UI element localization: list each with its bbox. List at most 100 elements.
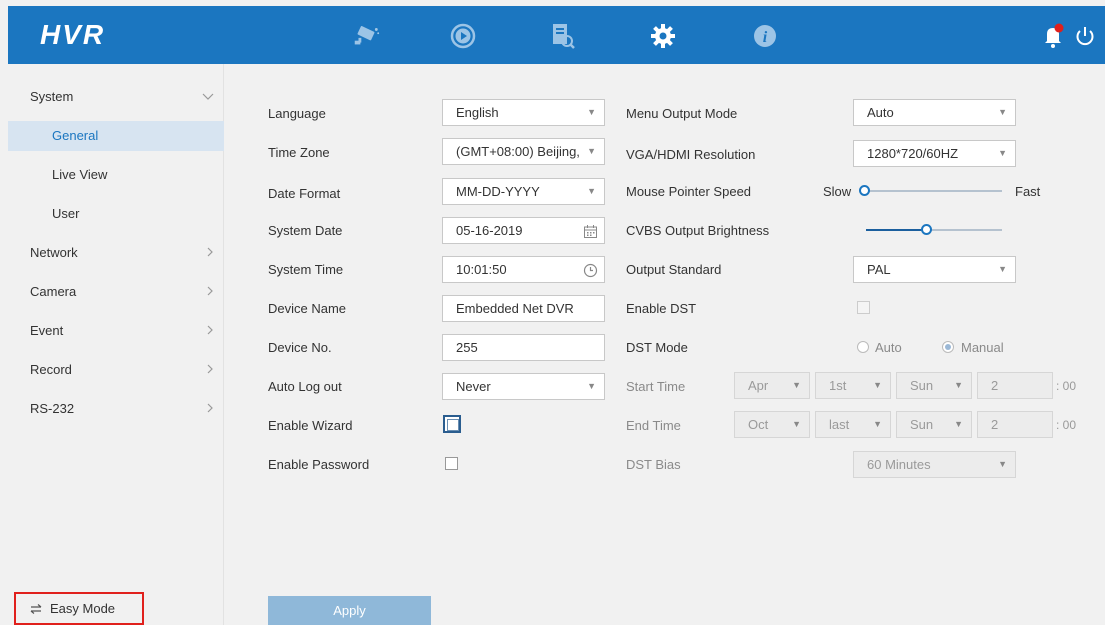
date-format-label: Date Format [268, 186, 341, 201]
easy-mode-label: Easy Mode [50, 601, 116, 616]
cvbs-brightness-slider-fill [866, 229, 928, 231]
dst-mode-auto-label: Auto [875, 340, 902, 355]
camera-icon[interactable] [351, 22, 381, 50]
device-name-input[interactable]: Embedded Net DVR [442, 295, 605, 322]
dropdown-arrow-icon: ▼ [587, 186, 596, 196]
dropdown-arrow-icon: ▼ [998, 148, 1007, 158]
sidebar-item-event[interactable]: Event [8, 316, 224, 346]
chevron-right-icon [206, 316, 214, 346]
enable-password-checkbox[interactable] [445, 457, 458, 470]
search-file-icon[interactable] [548, 22, 578, 50]
device-no-input[interactable]: 255 [442, 334, 605, 361]
dst-bias-select[interactable]: 60 Minutes ▼ [853, 451, 1016, 478]
mouse-speed-slow-label: Slow [823, 184, 852, 199]
dst-mode-manual-label: Manual [961, 340, 1004, 355]
end-time-hour-input[interactable]: 2 [977, 411, 1053, 438]
end-time-day-select[interactable]: Sun ▼ [896, 411, 972, 438]
vga-resolution-select[interactable]: 1280*720/60HZ ▼ [853, 140, 1016, 167]
dst-mode-manual-radio[interactable] [942, 341, 954, 353]
dst-bias-label: DST Bias [626, 457, 681, 472]
start-time-label: Start Time [626, 379, 686, 394]
enable-wizard-label: Enable Wizard [268, 418, 353, 433]
mouse-speed-slider-track[interactable] [861, 190, 1002, 192]
end-time-minute-suffix: : 00 [1056, 418, 1077, 432]
sidebar-item-camera[interactable]: Camera [8, 277, 224, 307]
system-time-input[interactable]: 10:01:50 [442, 256, 605, 283]
sidebar-item-user[interactable]: User [8, 199, 224, 229]
start-time-day-select[interactable]: Sun ▼ [896, 372, 972, 399]
dropdown-arrow-icon: ▼ [873, 380, 882, 390]
dropdown-arrow-icon: ▼ [998, 264, 1007, 274]
sidebar-item-network[interactable]: Network [8, 238, 224, 268]
device-name-label: Device Name [268, 301, 347, 316]
sidebar-item-rs-232[interactable]: RS-232 [8, 394, 224, 424]
sidebar-item-system[interactable]: System [8, 82, 224, 112]
enable-password-label: Enable Password [268, 457, 370, 472]
svg-text:i: i [763, 29, 768, 46]
chevron-right-icon [206, 238, 214, 268]
sidebar-item-general[interactable]: General [8, 121, 224, 151]
end-time-week-select[interactable]: last ▼ [815, 411, 891, 438]
start-time-hour-input[interactable]: 2 [977, 372, 1053, 399]
clock-icon[interactable] [583, 261, 598, 282]
general-settings-form: Language English ▼ Time Zone (GMT+08:00)… [225, 64, 1105, 625]
sidebar-item-live-view[interactable]: Live View [8, 160, 224, 190]
system-time-label: System Time [268, 262, 344, 277]
enable-dst-checkbox[interactable] [857, 301, 870, 314]
dropdown-arrow-icon: ▼ [587, 146, 596, 156]
system-date-input[interactable]: 05-16-2019 [442, 217, 605, 244]
dropdown-arrow-icon: ▼ [954, 380, 963, 390]
enable-dst-label: Enable DST [626, 301, 697, 316]
easy-mode-button[interactable]: Easy Mode [14, 592, 144, 625]
end-time-label: End Time [626, 418, 681, 433]
end-time-month-select[interactable]: Oct ▼ [734, 411, 810, 438]
gear-icon[interactable] [648, 22, 678, 50]
dropdown-arrow-icon: ▼ [873, 419, 882, 429]
chevron-right-icon [206, 394, 214, 424]
power-icon[interactable] [1070, 22, 1100, 50]
date-format-select[interactable]: MM-DD-YYYY ▼ [442, 178, 605, 205]
sidebar: System General Live View User Network Ca… [8, 64, 224, 625]
cvbs-brightness-slider-knob[interactable] [921, 224, 933, 235]
calendar-icon[interactable] [583, 222, 598, 243]
system-date-label: System Date [268, 223, 343, 238]
top-nav-bar: HVR i [8, 6, 1105, 64]
dropdown-arrow-icon: ▼ [998, 107, 1007, 117]
dropdown-arrow-icon: ▼ [954, 419, 963, 429]
dst-mode-label: DST Mode [626, 340, 688, 355]
dst-mode-auto-radio[interactable] [857, 341, 869, 353]
auto-logout-label: Auto Log out [268, 379, 342, 394]
time-zone-select[interactable]: (GMT+08:00) Beijing, ▼ [442, 138, 605, 165]
chevron-right-icon [206, 355, 214, 385]
start-time-week-select[interactable]: 1st ▼ [815, 372, 891, 399]
dropdown-arrow-icon: ▼ [587, 381, 596, 391]
time-zone-label: Time Zone [268, 145, 330, 160]
language-select[interactable]: English ▼ [442, 99, 605, 126]
menu-output-mode-label: Menu Output Mode [626, 106, 738, 121]
info-icon[interactable]: i [750, 22, 780, 50]
menu-output-mode-select[interactable]: Auto ▼ [853, 99, 1016, 126]
sidebar-item-record[interactable]: Record [8, 355, 224, 385]
bell-icon[interactable] [1038, 22, 1068, 50]
dropdown-arrow-icon: ▼ [792, 419, 801, 429]
mouse-speed-fast-label: Fast [1015, 184, 1041, 199]
playback-icon[interactable] [448, 22, 478, 50]
dropdown-arrow-icon: ▼ [792, 380, 801, 390]
output-standard-select[interactable]: PAL ▼ [853, 256, 1016, 283]
mouse-speed-label: Mouse Pointer Speed [626, 184, 752, 199]
app-logo: HVR [40, 19, 106, 50]
dropdown-arrow-icon: ▼ [998, 459, 1007, 469]
mouse-speed-slider-knob[interactable] [859, 185, 870, 196]
cvbs-brightness-label: CVBS Output Brightness [626, 223, 770, 238]
chevron-right-icon [206, 277, 214, 307]
start-time-month-select[interactable]: Apr ▼ [734, 372, 810, 399]
enable-wizard-checkbox[interactable] [443, 415, 461, 433]
language-label: Language [268, 106, 326, 121]
start-time-minute-suffix: : 00 [1056, 379, 1077, 393]
output-standard-label: Output Standard [626, 262, 722, 277]
chevron-down-icon [202, 82, 214, 112]
auto-logout-select[interactable]: Never ▼ [442, 373, 605, 400]
swap-icon [30, 601, 42, 617]
device-no-label: Device No. [268, 340, 332, 355]
apply-button[interactable]: Apply [268, 596, 431, 625]
